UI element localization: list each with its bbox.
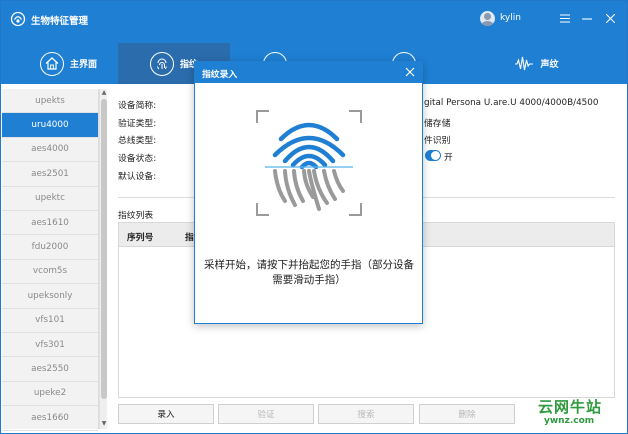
column-header-name[interactable]: 指 [185,230,194,243]
avatar[interactable] [480,11,495,26]
app-title: 生物特征管理 [31,16,89,27]
bus-type-label: 总线类型: [118,136,157,146]
dialog-close-icon[interactable] [404,66,416,78]
default-device-label: 默认设备: [118,172,157,182]
device-name-label: 设备简称: [118,101,157,111]
sidebar-item-vfs301[interactable]: vfs301 [2,333,98,358]
app-window: 生物特征管理 kylin 主界面 指纹 声纹 upekts uru4000 ae… [0,0,628,434]
home-icon [39,51,64,76]
sidebar-item-upeksonly[interactable]: upeksonly [2,284,98,309]
scroll-thumb[interactable] [101,99,107,399]
scroll-up-icon[interactable]: ▲ [100,89,108,97]
sidebar-item-upeke2[interactable]: upeke2 [2,382,98,407]
sidebar-scrollbar[interactable]: ▲ ▼ [99,89,107,429]
tab-voiceprint-label: 声纹 [540,60,559,70]
tab-home[interactable]: 主界面 [21,43,116,84]
sidebar-item-vfs101[interactable]: vfs101 [2,309,98,333]
sidebar-item-uru4000[interactable]: uru4000 [2,113,98,138]
dialog-title: 指纹录入 [202,70,238,80]
dialog-message: 采样开始，请按下并抬起您的手指（部分设备需要滑动手指） [204,259,414,286]
verify-type-value: 储存储 [424,119,451,129]
delete-button[interactable]: 删除 [419,404,515,424]
enroll-dialog: 指纹录入 采样开始，请按下并抬起您的手指（部分设备需要滑动手指） [194,61,423,324]
sidebar-item-upektc[interactable]: upektc [2,187,98,211]
bus-type-value: 件识别 [424,136,451,146]
column-header-serial[interactable]: 序列号 [127,230,153,243]
sidebar-item-aes1660[interactable]: aes1660 [2,406,98,431]
device-name-value: gital Persona U.are.U 4000/4000B/4500 [424,98,599,108]
minimize-button[interactable] [578,9,596,27]
menu-button[interactable] [556,9,574,27]
title-bar: 生物特征管理 kylin [1,1,627,43]
enroll-button[interactable]: 录入 [118,404,214,424]
device-status-toggle-label: 开 [444,153,453,163]
watermark-url: ywnz.com [544,416,595,426]
app-logo-icon [10,11,26,27]
verify-button[interactable]: 验证 [218,404,314,424]
sidebar-item-aes4000[interactable]: aes4000 [2,138,98,163]
fingerprint-icon [149,51,174,76]
device-status-label: 设备状态: [118,154,157,164]
sidebar-item-aes2501[interactable]: aes2501 [2,162,98,187]
sidebar-item-fdu2000[interactable]: fdu2000 [2,235,98,260]
search-button[interactable]: 搜索 [318,404,414,424]
hamburger-icon [560,13,570,23]
voiceprint-icon [514,55,534,73]
verify-type-label: 验证类型: [118,119,157,129]
close-icon [605,13,615,23]
minimize-icon [582,17,592,20]
dialog-title-bar: 指纹录入 [195,62,422,83]
tab-home-label: 主界面 [69,60,97,70]
watermark-text: 云网牛站 [538,398,603,416]
scroll-down-icon[interactable]: ▼ [100,420,108,428]
tab-voiceprint[interactable]: 声纹 [489,43,584,84]
driver-list: upekts uru4000 aes4000 aes2501 upektc ae… [2,89,99,431]
sidebar-item-vcom5s[interactable]: vcom5s [2,260,98,285]
user-name[interactable]: kylin [500,13,521,23]
fingerprint-list-title: 指纹列表 [118,211,154,221]
sidebar-item-upekts[interactable]: upekts [2,89,98,114]
device-status-toggle[interactable] [425,150,441,161]
close-button[interactable] [601,9,619,27]
sidebar-item-aes1610[interactable]: aes1610 [2,211,98,236]
sidebar-item-aes2550[interactable]: aes2550 [2,357,98,382]
fingerprint-scan-icon [256,110,362,216]
